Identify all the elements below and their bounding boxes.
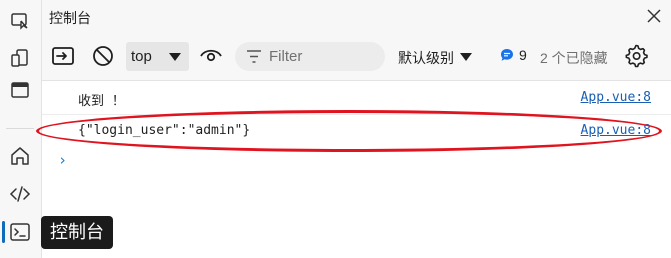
- issues-count: 9: [519, 47, 527, 63]
- elements-code-icon[interactable]: [7, 181, 33, 207]
- issues-icon: [501, 49, 513, 61]
- log-level-dropdown[interactable]: 默认级别: [398, 48, 472, 68]
- toggle-sidebar-button[interactable]: [50, 43, 76, 69]
- dock-icon[interactable]: [7, 77, 33, 103]
- source-link[interactable]: App.vue:8: [581, 90, 651, 105]
- welcome-home-icon[interactable]: [7, 143, 33, 169]
- inspect-icon[interactable]: [7, 8, 33, 34]
- filter-input[interactable]: [269, 46, 374, 66]
- console-message: 收到 ！ App.vue:8: [42, 85, 671, 109]
- panel-title: 控制台: [49, 10, 91, 26]
- active-indicator: [2, 221, 5, 243]
- filter-icon: [247, 50, 261, 63]
- eye-icon: [200, 49, 222, 62]
- console-tooltip: 控制台: [41, 216, 113, 249]
- context-selector-label: top: [131, 48, 152, 65]
- console-prompt[interactable]: ›: [58, 151, 67, 169]
- activity-divider: [6, 128, 34, 129]
- live-expression-button[interactable]: [198, 43, 224, 69]
- issues-counter[interactable]: 9: [500, 47, 527, 63]
- chevron-down-icon: [169, 53, 181, 61]
- block-icon: [93, 46, 113, 66]
- filter-box[interactable]: [235, 42, 385, 71]
- panel-titlebar: 控制台: [42, 0, 671, 33]
- console-toolbar: top 默认级别 9 2 个已隐藏: [42, 33, 671, 81]
- close-icon[interactable]: [643, 5, 665, 27]
- console-message-text: 收到 ！: [78, 94, 125, 109]
- context-selector[interactable]: top: [126, 42, 189, 71]
- settings-gear-icon[interactable]: [624, 44, 648, 68]
- sidebar-toggle-icon: [52, 47, 74, 65]
- console-output: 收到 ！ App.vue:8 {"login_user":"admin"} Ap…: [42, 81, 671, 258]
- device-emulation-icon[interactable]: [7, 45, 33, 71]
- log-level-label: 默认级别: [398, 50, 454, 66]
- highlight-annotation: [36, 110, 662, 152]
- console-icon[interactable]: [7, 219, 33, 245]
- clear-console-button[interactable]: [90, 43, 116, 69]
- chevron-down-icon: [460, 53, 472, 61]
- hidden-messages-count: 2 个已隐藏: [540, 50, 608, 66]
